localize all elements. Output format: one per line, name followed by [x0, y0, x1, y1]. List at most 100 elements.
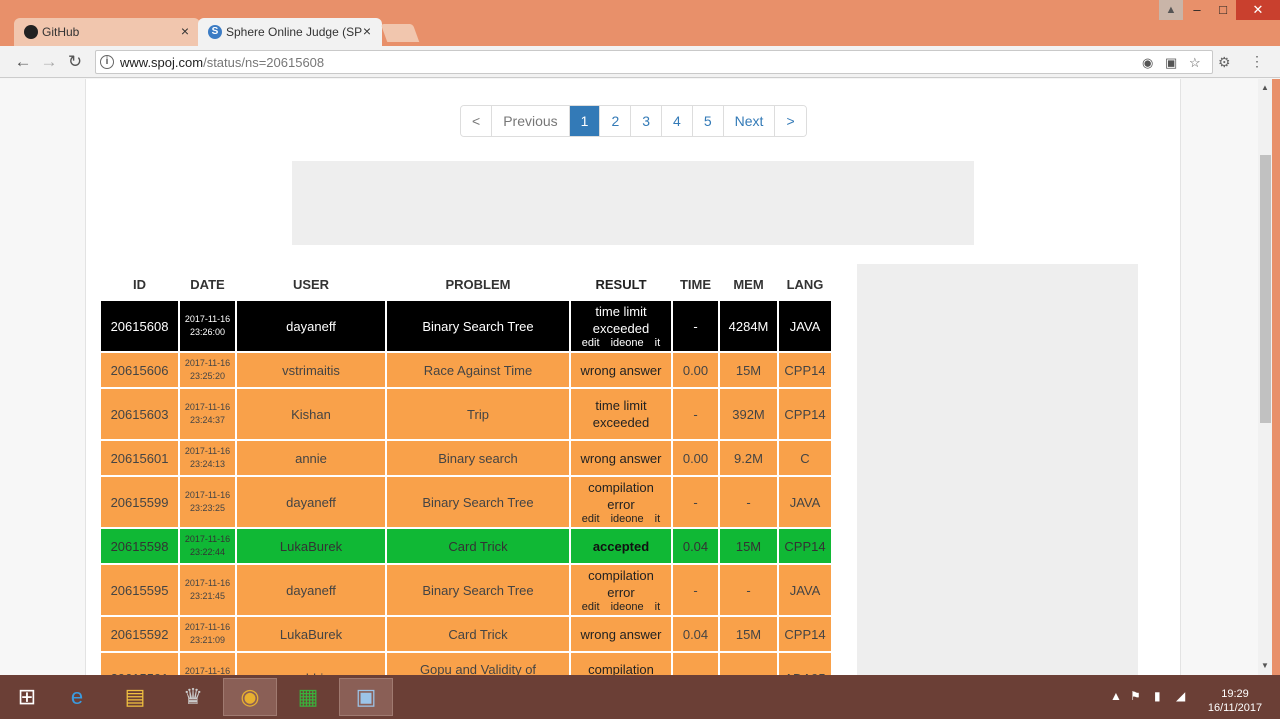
- submission-id[interactable]: 20615601: [101, 441, 178, 475]
- header-mem[interactable]: MEM: [720, 269, 777, 299]
- memory-usage: 9.2M: [720, 441, 777, 475]
- reload-icon[interactable]: ↻: [64, 51, 86, 73]
- virtualbox-icon[interactable]: ▣: [339, 678, 393, 716]
- date-time: 23:22:44: [189, 547, 226, 557]
- info-icon[interactable]: i: [100, 55, 114, 69]
- date-day: 2017-11-16: [184, 490, 231, 500]
- new-tab-button[interactable]: [380, 24, 420, 42]
- page-button-1[interactable]: 1: [569, 106, 601, 136]
- user-link[interactable]: dayaneff: [237, 301, 385, 351]
- run-time: 0.00: [673, 353, 718, 387]
- user-link[interactable]: LukaBurek: [237, 617, 385, 651]
- header-id[interactable]: ID: [101, 269, 178, 299]
- page-button-2[interactable]: 2: [600, 106, 632, 136]
- close-icon[interactable]: ×: [178, 23, 192, 39]
- address-bar[interactable]: i www.spoj.com/status/ns=20615608 ◉ ▣ ☆: [95, 50, 1213, 74]
- back-arrow-icon[interactable]: ←: [12, 51, 34, 73]
- header-date[interactable]: DATE: [180, 269, 235, 299]
- page-scrollbar[interactable]: ▲ ▼: [1258, 79, 1272, 675]
- next-page-button[interactable]: Next: [723, 106, 776, 136]
- tab-spoj[interactable]: S Sphere Online Judge (SP ×: [198, 18, 382, 46]
- submission-id[interactable]: 20615608: [101, 301, 178, 351]
- user-link[interactable]: dayaneff: [237, 477, 385, 527]
- submission-id[interactable]: 20615598: [101, 529, 178, 563]
- date-time: 23:23:25: [189, 503, 226, 513]
- problem-link[interactable]: Binary Search Tree: [387, 565, 569, 615]
- header-result[interactable]: RESULT: [571, 269, 671, 299]
- store-icon[interactable]: ▦: [281, 678, 335, 716]
- forward-arrow-icon[interactable]: →: [38, 51, 60, 73]
- problem-link[interactable]: Card Trick: [387, 617, 569, 651]
- problem-link[interactable]: Trip: [387, 389, 569, 439]
- user-link[interactable]: LukaBurek: [237, 529, 385, 563]
- system-clock[interactable]: 19:29 16/11/2017: [1200, 687, 1270, 715]
- first-page-button[interactable]: <: [461, 106, 493, 136]
- submission-id[interactable]: 20615603: [101, 389, 178, 439]
- user-link[interactable]: annie: [237, 441, 385, 475]
- date-time: 23:26:00: [189, 327, 226, 337]
- header-lang[interactable]: LANG: [779, 269, 831, 299]
- memory-usage: -: [720, 653, 777, 675]
- result-cell: compilation error: [571, 653, 671, 675]
- problem-link[interactable]: Binary Search Tree: [387, 301, 569, 351]
- run-time: 0.04: [673, 529, 718, 563]
- submission-id[interactable]: 20615592: [101, 617, 178, 651]
- page-button-5[interactable]: 5: [692, 106, 724, 136]
- blocked-icon[interactable]: ◉: [1142, 55, 1153, 71]
- close-window-button[interactable]: ✕: [1236, 0, 1280, 20]
- language: CPP14: [779, 353, 831, 387]
- power-icon[interactable]: ▮: [1154, 689, 1161, 703]
- internet-explorer-icon[interactable]: e: [50, 678, 104, 716]
- user-link[interactable]: vstrimaitis: [237, 353, 385, 387]
- header-problem[interactable]: PROBLEM: [387, 269, 569, 299]
- bookmark-star-icon[interactable]: ☆: [1189, 55, 1201, 71]
- minimize-button[interactable]: –: [1183, 0, 1211, 20]
- memory-usage: 4284M: [720, 301, 777, 351]
- problem-link[interactable]: Race Against Time: [387, 353, 569, 387]
- maximize-button[interactable]: □: [1209, 0, 1237, 20]
- menu-icon[interactable]: ⋮: [1250, 53, 1264, 70]
- submission-date: 2017-11-16 23:24:13: [180, 441, 235, 475]
- result-links[interactable]: edit ideone it: [575, 601, 667, 614]
- submission-id[interactable]: 20615599: [101, 477, 178, 527]
- result-cell: time limit exceeded edit ideone it: [571, 301, 671, 351]
- user-link[interactable]: abhi: [237, 653, 385, 675]
- file-explorer-icon[interactable]: ▤: [108, 678, 162, 716]
- language: JAVA: [779, 565, 831, 615]
- page-button-3[interactable]: 3: [631, 106, 663, 136]
- submission-id[interactable]: 20615595: [101, 565, 178, 615]
- user-link[interactable]: Kishan: [237, 389, 385, 439]
- header-time[interactable]: TIME: [673, 269, 718, 299]
- url-text: www.spoj.com/status/ns=20615608: [120, 55, 324, 70]
- result-text: compilation error: [588, 662, 654, 675]
- user-icon[interactable]: ▲: [1159, 0, 1183, 20]
- network-icon[interactable]: ◢: [1176, 689, 1185, 703]
- submission-id[interactable]: 20615606: [101, 353, 178, 387]
- result-links[interactable]: edit ideone it: [575, 337, 667, 350]
- result-links[interactable]: edit ideone it: [575, 513, 667, 526]
- translate-icon[interactable]: ▣: [1165, 55, 1177, 71]
- problem-link[interactable]: Binary Search Tree: [387, 477, 569, 527]
- problem-link[interactable]: Binary search: [387, 441, 569, 475]
- chrome-icon[interactable]: ◉: [223, 678, 277, 716]
- extension-icon[interactable]: ⚙: [1218, 54, 1231, 71]
- page-button-4[interactable]: 4: [662, 106, 693, 136]
- tray-expand-icon[interactable]: ▲: [1110, 689, 1122, 703]
- tab-title: Sphere Online Judge (SP: [226, 25, 363, 39]
- scroll-thumb[interactable]: [1260, 155, 1271, 423]
- scroll-up-arrow-icon[interactable]: ▲: [1258, 81, 1272, 95]
- run-time: -: [673, 565, 718, 615]
- user-link[interactable]: dayaneff: [237, 565, 385, 615]
- scroll-down-arrow-icon[interactable]: ▼: [1258, 659, 1272, 673]
- header-user[interactable]: USER: [237, 269, 385, 299]
- flag-icon[interactable]: ⚑: [1130, 689, 1141, 703]
- problem-link[interactable]: Gopu and Validity of Arrangement: [387, 653, 569, 675]
- windows-start-icon[interactable]: ⊞: [0, 678, 54, 716]
- last-page-button[interactable]: >: [775, 106, 806, 136]
- tab-github[interactable]: GitHub ×: [14, 18, 200, 46]
- submission-id[interactable]: 20615591: [101, 653, 178, 675]
- close-icon[interactable]: ×: [360, 23, 374, 39]
- previous-page-button[interactable]: Previous: [492, 106, 570, 136]
- problem-link[interactable]: Card Trick: [387, 529, 569, 563]
- app-icon[interactable]: ♛: [166, 678, 220, 716]
